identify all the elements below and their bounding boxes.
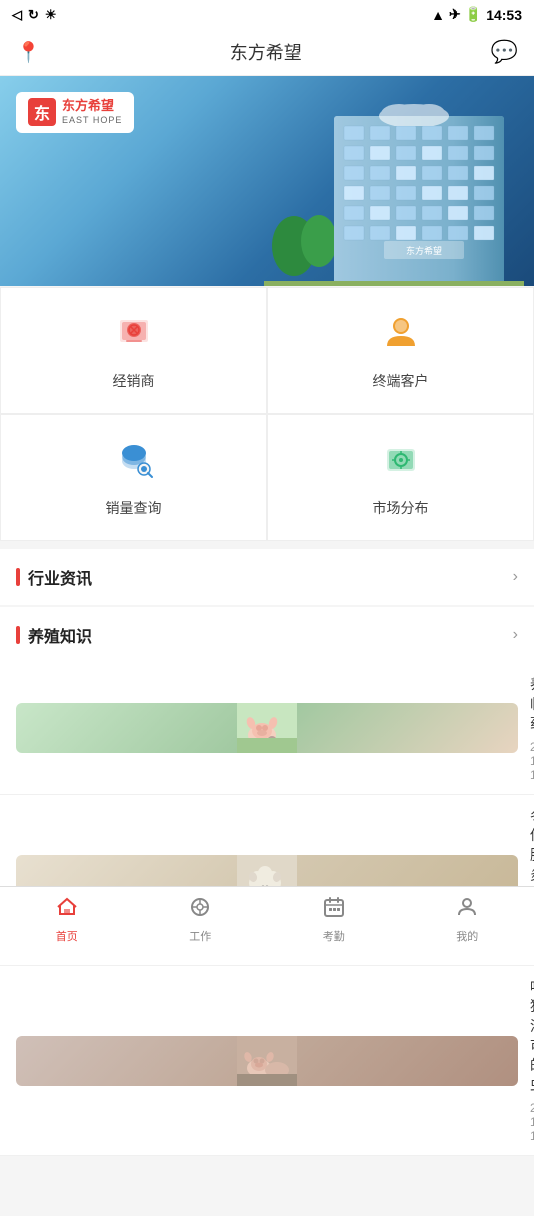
grid-menu: 经销商 终端客户 [0, 287, 534, 541]
grid-item-customer[interactable]: 终端客户 [267, 287, 534, 414]
airplane-icon: ✈ [449, 6, 461, 23]
knowledge-arrow-icon: › [513, 626, 518, 644]
knowledge-title-bar [16, 626, 20, 644]
tab-attendance[interactable]: 考勤 [267, 887, 401, 950]
news-title-3: 哺乳仔猪腹泻，不可忽视的猪球虫病。 [530, 978, 534, 1096]
page-title: 东方希望 [230, 39, 302, 65]
rotate-icon: ↻ [28, 7, 39, 23]
tab-home[interactable]: 首页 [0, 887, 134, 950]
status-bar: ◁ ↻ ☀ ▲ ✈ 🔋 14:53 [0, 0, 534, 29]
knowledge-section-title: 养殖知识 [16, 623, 92, 647]
news-content-1: 养猪场临床用药原则 2021-11-17 16:39:16 [530, 675, 534, 782]
news-item-1[interactable]: 养猪场临床用药原则 2021-11-17 16:39:16 [0, 663, 534, 795]
sales-label: 销量查询 [106, 498, 162, 518]
news-thumb-1 [16, 703, 518, 753]
industry-title-bar [16, 568, 20, 586]
knowledge-title-text: 养殖知识 [28, 623, 92, 647]
news-title-1: 养猪场临床用药原则 [530, 675, 534, 734]
brightness-icon: ☀ [45, 7, 57, 23]
customer-label: 终端客户 [373, 371, 429, 391]
tab-attendance-label: 考勤 [323, 928, 345, 944]
svg-text:东方希望: 东方希望 [406, 245, 442, 256]
clock: 14:53 [486, 7, 522, 23]
tab-mine-label: 我的 [456, 928, 478, 944]
tab-home-label: 首页 [56, 928, 78, 944]
logo-icon: 东 [28, 98, 56, 126]
message-icon[interactable]: 💬 [491, 39, 518, 65]
sales-icon [112, 437, 156, 490]
top-nav: 📍 东方希望 💬 [0, 29, 534, 76]
location-icon[interactable]: 📍 [16, 40, 41, 65]
grid-item-dealer[interactable]: 经销商 [0, 287, 267, 414]
status-left-icons: ◁ ↻ ☀ [12, 7, 57, 23]
industry-section-title: 行业资讯 [16, 565, 92, 589]
battery-icon: 🔋 [465, 6, 482, 23]
market-icon [379, 437, 423, 490]
tab-work[interactable]: 工作 [134, 887, 268, 950]
tab-work-label: 工作 [189, 928, 211, 944]
news-date-3: 2021-11-16 16:49:39 [530, 1101, 534, 1143]
dealer-icon [112, 310, 156, 363]
wifi-icon: ▲ [431, 7, 445, 23]
tab-mine[interactable]: 我的 [401, 887, 534, 950]
status-right-icons: ▲ ✈ 🔋 14:53 [431, 6, 522, 23]
news-thumb-3 [16, 1036, 518, 1086]
mine-tab-icon [455, 895, 479, 925]
industry-title-text: 行业资讯 [28, 565, 92, 589]
hero-banner: 东 东方希望 EAST HOPE [0, 76, 534, 286]
logo-sub-text: EAST HOPE [62, 115, 122, 127]
industry-arrow-icon: › [513, 568, 518, 586]
tab-bar: 首页 工作 考勤 [0, 886, 534, 950]
market-label: 市场分布 [373, 498, 429, 518]
news-item-3[interactable]: 哺乳仔猪腹泻，不可忽视的猪球虫病。 2021-11-16 16:49:39 [0, 966, 534, 1157]
knowledge-section-header[interactable]: 养殖知识 › [0, 607, 534, 663]
logo-main-text: 东方希望 [62, 98, 122, 115]
cloud-decoration [374, 96, 454, 126]
grid-item-market[interactable]: 市场分布 [267, 414, 534, 541]
signal-icon: ◁ [12, 7, 22, 23]
logo-text: 东方希望 EAST HOPE [62, 98, 122, 127]
home-tab-icon [55, 895, 79, 925]
news-content-3: 哺乳仔猪腹泻，不可忽视的猪球虫病。 2021-11-16 16:49:39 [530, 978, 534, 1144]
work-tab-icon [188, 895, 212, 925]
news-date-1: 2021-11-17 16:39:16 [530, 740, 534, 782]
grid-item-sales[interactable]: 销量查询 [0, 414, 267, 541]
industry-section-header[interactable]: 行业资讯 › [0, 549, 534, 605]
attendance-tab-icon [322, 895, 346, 925]
dealer-label: 经销商 [113, 371, 155, 391]
page-content: 东 东方希望 EAST HOPE [0, 76, 534, 1216]
customer-icon [379, 310, 423, 363]
company-logo: 东 东方希望 EAST HOPE [16, 92, 134, 133]
